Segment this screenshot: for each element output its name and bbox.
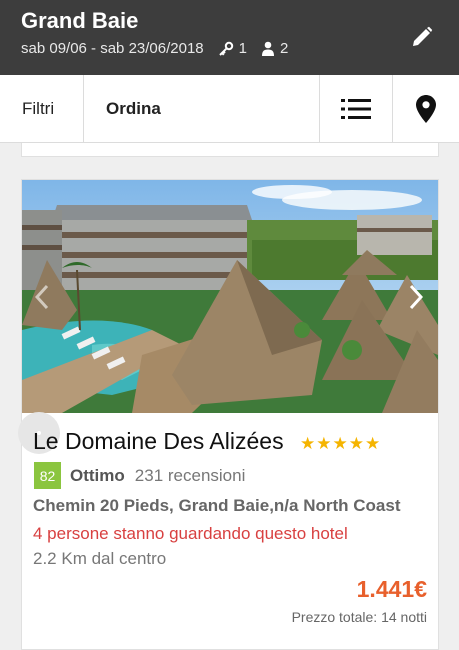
- list-view-icon: [341, 99, 371, 119]
- price-note: Prezzo totale: 14 notti: [291, 609, 427, 625]
- guests-count-value: 2: [280, 40, 289, 57]
- sort-button[interactable]: Ordina: [84, 75, 319, 143]
- search-summary[interactable]: sab 09/06 - sab 23/06/2018 1 2: [21, 40, 288, 57]
- star-rating: ★★★★★: [300, 434, 382, 453]
- edit-search-button[interactable]: [407, 22, 437, 52]
- viewers-alert: 4 persone stanno guardando questo hotel: [33, 524, 348, 543]
- destination-title[interactable]: Grand Baie: [21, 8, 138, 34]
- map-pin-icon: [416, 95, 436, 123]
- chevron-right-icon: [409, 284, 423, 310]
- list-view-button[interactable]: [319, 75, 392, 143]
- pencil-icon: [413, 26, 433, 46]
- hotel-price[interactable]: 1.441€: [357, 576, 427, 603]
- app-header: Grand Baie sab 09/06 - sab 23/06/2018 1 …: [0, 0, 459, 75]
- person-icon: [262, 41, 274, 56]
- rating-label: Ottimo: [70, 465, 125, 485]
- review-count[interactable]: 231 recensioni: [135, 466, 246, 486]
- rooms-count: 1: [218, 40, 247, 57]
- date-range: sab 09/06 - sab 23/06/2018: [21, 40, 204, 57]
- hotel-card[interactable]: Le Domaine Des Alizées ★★★★★ 82 Ottimo 2…: [18, 179, 439, 650]
- map-view-button[interactable]: [392, 75, 459, 143]
- photo-prev-button[interactable]: [28, 280, 56, 314]
- filters-button[interactable]: Filtri: [0, 75, 84, 143]
- results-toolbar: Filtri Ordina: [0, 75, 459, 143]
- hotel-name[interactable]: Le Domaine Des Alizées: [33, 428, 284, 455]
- guest-rating: 82 Ottimo 231 recensioni: [34, 462, 245, 489]
- rooms-count-value: 1: [238, 40, 247, 57]
- score-badge: 82: [34, 462, 61, 489]
- key-icon: [218, 41, 233, 56]
- resort-photo-illustration: [22, 180, 438, 413]
- distance-from-center: 2.2 Km dal centro: [33, 549, 167, 568]
- previous-result-card: [21, 143, 439, 157]
- hotel-address: Chemin 20 Pieds, Grand Baie,n/a North Co…: [33, 496, 401, 515]
- guests-count: 2: [261, 40, 288, 57]
- chevron-left-icon: [35, 284, 49, 310]
- photo-next-button[interactable]: [402, 280, 430, 314]
- hotel-photo[interactable]: [22, 180, 438, 413]
